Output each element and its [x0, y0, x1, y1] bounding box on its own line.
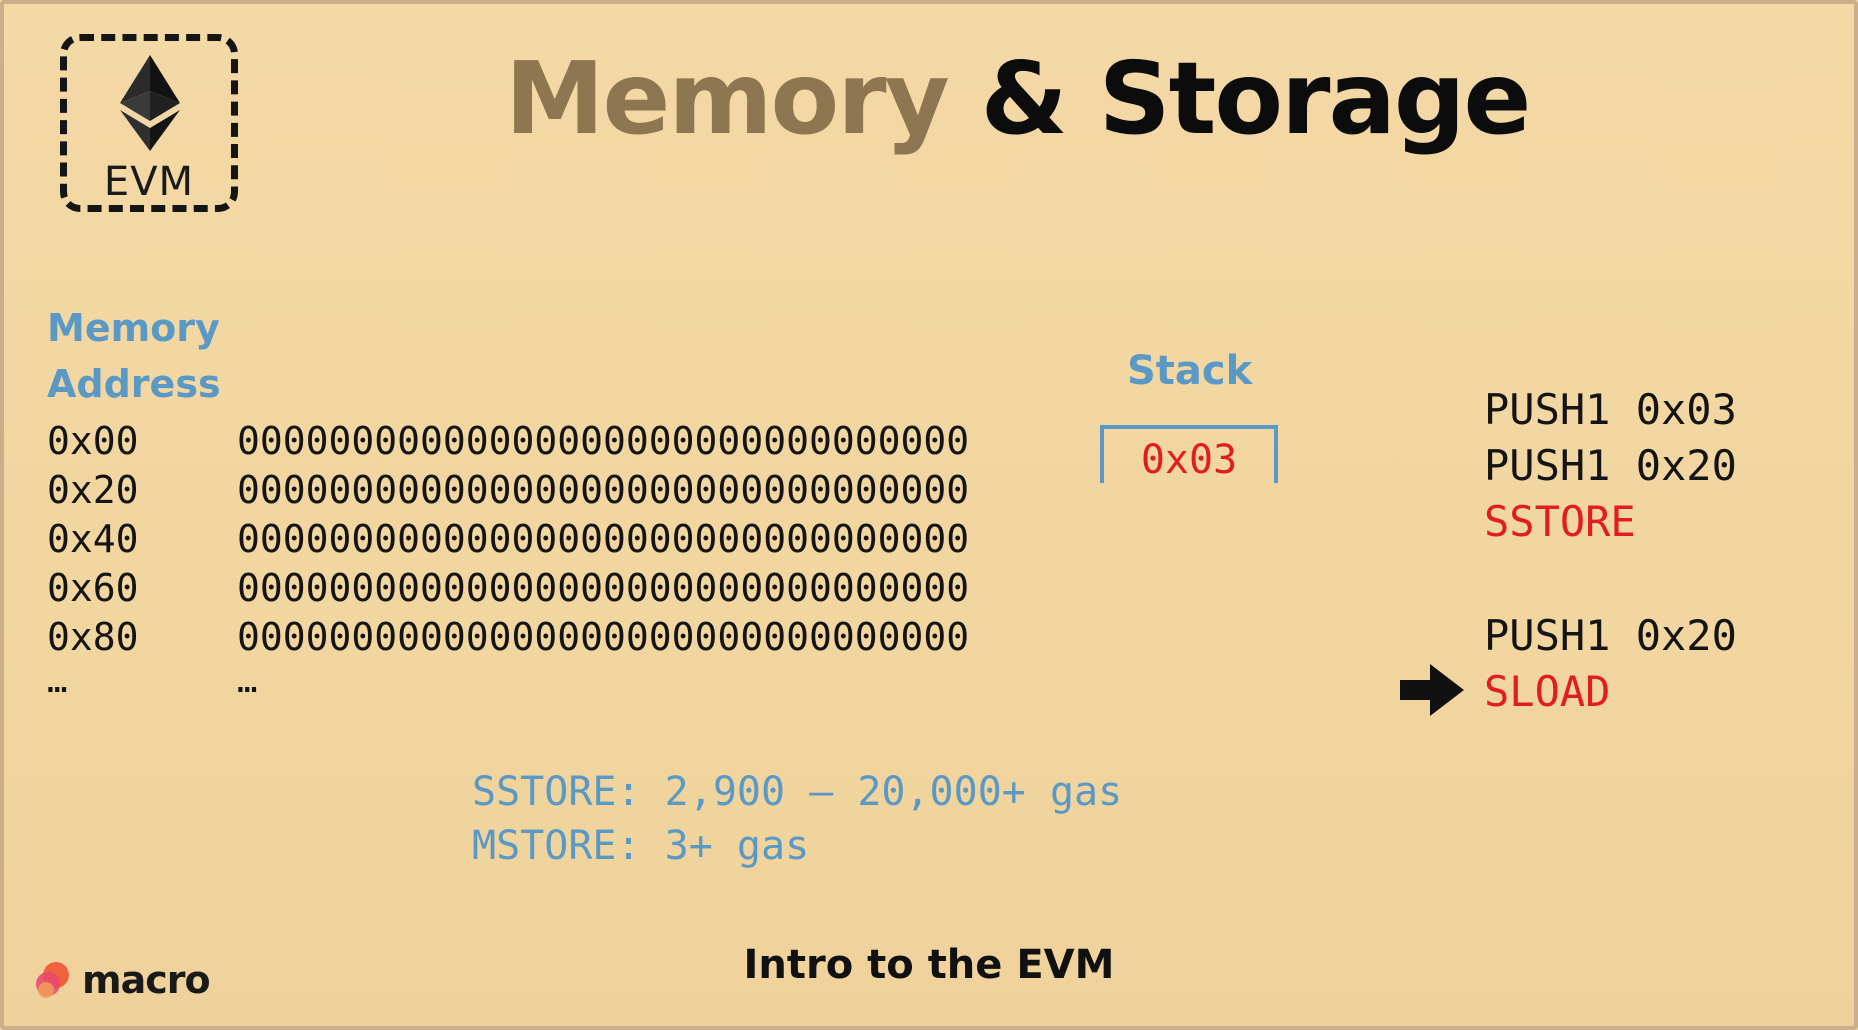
opcode-spacer — [1484, 550, 1737, 608]
footer-title: Intro to the EVM — [743, 942, 1115, 988]
memory-row: 0x80 00000000000000000000000000000000 — [47, 612, 969, 661]
gas-costs: SSTORE: 2,900 – 20,000+ gas MSTORE: 3+ g… — [472, 765, 1122, 873]
stack-heading: Stack — [1127, 348, 1253, 394]
memory-address: 0x80 — [47, 614, 139, 659]
memory-address: 0x00 — [47, 418, 139, 463]
memory-value: 00000000000000000000000000000000 — [237, 516, 970, 561]
gas-mstore: MSTORE: 3+ gas — [472, 823, 810, 869]
memory-ellipsis-row: … … — [47, 661, 969, 711]
memory-address: 0x20 — [47, 467, 139, 512]
memory-row: 0x00 00000000000000000000000000000000 — [47, 416, 969, 465]
opcode: PUSH1 0x20 — [1484, 611, 1737, 660]
memory-heading-line1: Memory — [47, 306, 220, 350]
opcode: PUSH1 0x20 — [1484, 441, 1737, 490]
memory-table: 0x00 00000000000000000000000000000000 0x… — [47, 416, 969, 711]
memory-value-ellipsis: … — [237, 661, 258, 701]
memory-row: 0x40 00000000000000000000000000000000 — [47, 514, 969, 563]
memory-value: 00000000000000000000000000000000 — [237, 614, 970, 659]
evm-logo: EVM — [60, 34, 238, 212]
memory-address-ellipsis: … — [47, 661, 68, 701]
memory-row: 0x60 00000000000000000000000000000000 — [47, 563, 969, 612]
opcode: PUSH1 0x03 — [1484, 385, 1737, 434]
memory-row: 0x20 00000000000000000000000000000000 — [47, 465, 969, 514]
arrow-right-icon — [1400, 664, 1464, 716]
title-storage: & Storage — [980, 40, 1532, 157]
gas-sstore: SSTORE: 2,900 – 20,000+ gas — [472, 769, 1123, 815]
opcode-list: PUSH1 0x03 PUSH1 0x20 SSTORE PUSH1 0x20 … — [1484, 382, 1737, 720]
memory-heading-line2: Address — [47, 362, 221, 406]
opcode-sstore: SSTORE — [1484, 497, 1636, 546]
title-memory: Memory — [505, 40, 950, 157]
ethereum-icon — [120, 55, 180, 151]
memory-address-heading: Memory Address — [47, 300, 267, 412]
opcode-sload: SLOAD — [1484, 667, 1611, 716]
evm-label: EVM — [103, 159, 195, 205]
memory-value: 00000000000000000000000000000000 — [237, 565, 970, 610]
page-title: Memory & Storage — [505, 40, 1532, 157]
memory-value: 00000000000000000000000000000000 — [237, 418, 970, 463]
stack-container: 0x03 — [1100, 425, 1278, 483]
memory-address: 0x40 — [47, 516, 139, 561]
memory-value: 00000000000000000000000000000000 — [237, 467, 970, 512]
stack-item: 0x03 — [1140, 437, 1238, 483]
memory-address: 0x60 — [47, 565, 139, 610]
